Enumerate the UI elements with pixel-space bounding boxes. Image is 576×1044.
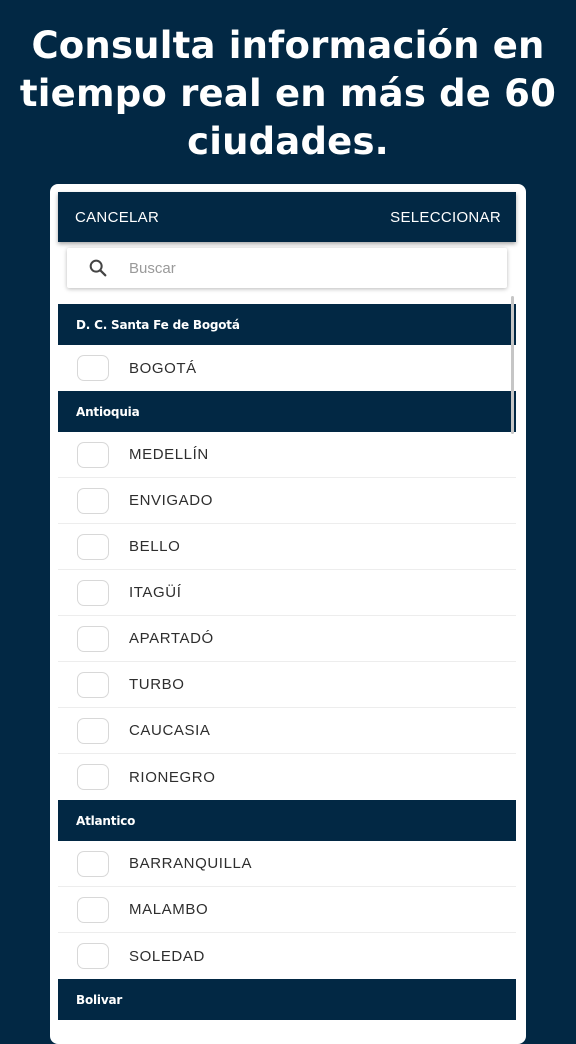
search-icon bbox=[89, 259, 107, 277]
city-label: ENVIGADO bbox=[129, 492, 213, 509]
city-label: TURBO bbox=[129, 676, 185, 693]
city-checkbox[interactable] bbox=[77, 671, 109, 698]
list-item[interactable]: BARRANQUILLA bbox=[58, 841, 516, 887]
city-checkbox[interactable] bbox=[77, 896, 109, 923]
city-label: BARRANQUILLA bbox=[129, 855, 253, 872]
city-checkbox[interactable] bbox=[77, 943, 109, 969]
headline-line-2: tiempo real en más de 60 bbox=[19, 72, 557, 115]
city-checkbox[interactable] bbox=[77, 441, 109, 468]
city-checkbox[interactable] bbox=[77, 579, 109, 606]
city-checkbox[interactable] bbox=[77, 764, 109, 790]
search-box[interactable] bbox=[67, 248, 507, 288]
headline-line-3: ciudades. bbox=[187, 120, 389, 163]
scrollbar[interactable] bbox=[511, 296, 514, 434]
list-item[interactable]: MEDELLÍN bbox=[58, 432, 516, 478]
city-checkbox[interactable] bbox=[77, 533, 109, 560]
city-label: MEDELLÍN bbox=[129, 446, 209, 463]
select-button[interactable]: SELECCIONAR bbox=[390, 209, 501, 226]
city-label: MALAMBO bbox=[129, 901, 209, 918]
city-label: ITAGÜÍ bbox=[129, 584, 182, 601]
list-item[interactable]: TURBO bbox=[58, 662, 516, 708]
search-input[interactable] bbox=[127, 258, 471, 278]
city-label: SOLEDAD bbox=[129, 947, 205, 965]
dialog-toolbar: CANCELAR SELECCIONAR bbox=[58, 192, 516, 242]
city-checkbox[interactable] bbox=[77, 487, 109, 514]
section-header: Atlantico bbox=[58, 800, 516, 841]
list-item[interactable]: MALAMBO bbox=[58, 887, 516, 933]
promo-headline: Consulta información en tiempo real en m… bbox=[0, 22, 576, 166]
list-item[interactable]: RIONEGRO bbox=[58, 754, 516, 800]
city-checkbox[interactable] bbox=[77, 850, 109, 877]
city-checkbox[interactable] bbox=[77, 355, 109, 381]
list-item[interactable]: ITAGÜÍ bbox=[58, 570, 516, 616]
headline-line-1: Consulta información en bbox=[31, 24, 545, 67]
city-label: CAUCASIA bbox=[129, 722, 211, 739]
list-item[interactable]: ENVIGADO bbox=[58, 478, 516, 524]
list-item[interactable]: APARTADÓ bbox=[58, 616, 516, 662]
city-selector-dialog: CANCELAR SELECCIONAR D. C. Santa Fe de B… bbox=[50, 184, 526, 1044]
city-label: BELLO bbox=[129, 538, 181, 555]
section-header: D. C. Santa Fe de Bogotá bbox=[58, 304, 516, 345]
section-header: Bolivar bbox=[58, 979, 516, 1020]
city-checkbox[interactable] bbox=[77, 625, 109, 652]
section-header: Antioquia bbox=[58, 391, 516, 432]
list-item[interactable]: BOGOTÁ bbox=[58, 345, 516, 391]
city-label: RIONEGRO bbox=[129, 768, 216, 786]
list-item[interactable]: CAUCASIA bbox=[58, 708, 516, 754]
city-label: APARTADÓ bbox=[129, 630, 214, 647]
city-checkbox[interactable] bbox=[77, 717, 109, 744]
city-list: D. C. Santa Fe de Bogotá BOGOTÁ Antioqui… bbox=[58, 304, 516, 1020]
cancel-button[interactable]: CANCELAR bbox=[75, 209, 159, 226]
city-label: BOGOTÁ bbox=[129, 359, 197, 377]
list-item[interactable]: BELLO bbox=[58, 524, 516, 570]
list-item[interactable]: SOLEDAD bbox=[58, 933, 516, 979]
